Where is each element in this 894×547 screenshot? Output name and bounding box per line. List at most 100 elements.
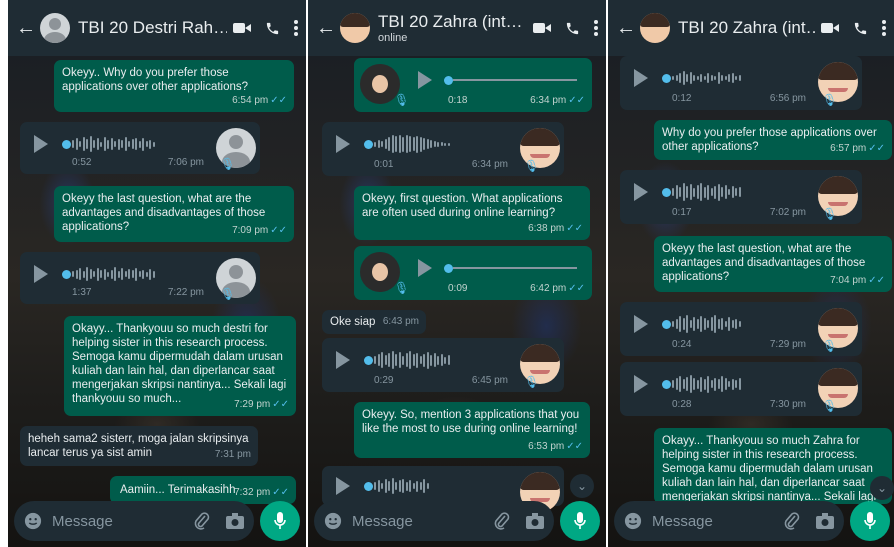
contact-title[interactable]: TBI 20 Destri Rah… (78, 18, 227, 38)
scroll-down-button[interactable]: ⌄ (570, 474, 594, 498)
voice-message-incoming[interactable]: 0:29 6:45 pm 🎙 (322, 338, 564, 392)
contact-title[interactable]: TBI 20 Zahra (int… (678, 18, 815, 38)
waveform[interactable] (374, 476, 429, 496)
voice-message-outgoing[interactable]: 🎙 0:09 6:42 pm ✓✓ (354, 246, 592, 300)
more-options-icon[interactable] (594, 20, 598, 36)
play-icon[interactable] (336, 135, 350, 153)
contact-avatar[interactable] (40, 13, 70, 43)
emoji-icon[interactable] (324, 512, 342, 530)
message-composer[interactable]: Message (14, 501, 254, 541)
back-arrow-icon[interactable]: ← (316, 17, 336, 40)
voice-message-incoming[interactable] (322, 466, 564, 512)
message-outgoing[interactable]: Aamiin... Terimakasihh 7:32 pm ✓✓ (110, 476, 296, 504)
video-call-icon[interactable] (233, 22, 251, 34)
voice-message-incoming[interactable]: 0:17 7:02 pm 🎙 (620, 170, 862, 224)
message-outgoing[interactable]: Okeyy.. Why do you prefer those applicat… (54, 60, 294, 112)
back-arrow-icon[interactable]: ← (16, 17, 36, 40)
phone-call-icon[interactable] (853, 21, 868, 36)
waveform[interactable] (672, 182, 741, 202)
more-options-icon[interactable] (882, 20, 886, 36)
emoji-icon[interactable] (624, 512, 642, 530)
message-outgoing[interactable]: Okayy... Thankyouu so much Zahra for hel… (654, 428, 892, 504)
message-composer[interactable]: Message (314, 501, 554, 541)
waveform[interactable] (374, 350, 450, 370)
progress-track[interactable] (453, 267, 577, 269)
play-icon[interactable] (34, 135, 48, 153)
message-outgoing[interactable]: Why do you prefer those applications ove… (654, 120, 892, 160)
waveform[interactable] (374, 134, 450, 154)
voice-message-incoming[interactable]: 0:24 7:29 pm 🎙 (620, 302, 862, 356)
message-outgoing[interactable]: Okeyy. So, mention 3 applications that y… (354, 402, 590, 458)
message-input[interactable]: Message (652, 513, 784, 530)
message-outgoing[interactable]: Okeyy the last question, what are the ad… (654, 236, 892, 292)
voice-message-incoming[interactable]: 0:01 6:34 pm 🎙 (322, 122, 564, 176)
chat-header: ← TBI 20 Zahra (int… (608, 0, 894, 56)
playback-position-icon[interactable] (364, 356, 373, 365)
camera-icon[interactable] (526, 513, 544, 529)
message-input[interactable]: Message (52, 513, 194, 530)
waveform[interactable] (672, 374, 741, 394)
waveform[interactable] (672, 314, 741, 334)
attach-icon[interactable] (784, 512, 800, 530)
scroll-down-button[interactable]: ⌄ (870, 476, 894, 500)
playback-position-icon[interactable] (662, 380, 671, 389)
play-icon[interactable] (336, 477, 350, 495)
play-icon[interactable] (634, 375, 648, 393)
camera-icon[interactable] (816, 513, 834, 529)
playback-position-icon[interactable] (364, 482, 373, 491)
back-arrow-icon[interactable]: ← (616, 17, 636, 40)
phone-call-icon[interactable] (265, 21, 280, 36)
message-time: 6:34 pm (471, 159, 508, 170)
phone-call-icon[interactable] (565, 21, 580, 36)
voice-duration: 0:12 (672, 93, 692, 104)
read-receipt-icon: ✓✓ (566, 441, 583, 452)
message-composer[interactable]: Message (614, 501, 844, 541)
playback-position-icon[interactable] (444, 264, 453, 273)
playback-position-icon[interactable] (62, 140, 71, 149)
voice-message-incoming[interactable]: 1:37 7:22 pm 🎙 (20, 252, 260, 304)
video-call-icon[interactable] (533, 22, 551, 34)
play-icon[interactable] (634, 315, 648, 333)
playback-position-icon[interactable] (662, 74, 671, 83)
waveform[interactable] (672, 68, 741, 88)
contact-title[interactable]: TBI 20 Zahra (int… online (378, 12, 527, 44)
message-input[interactable]: Message (352, 513, 494, 530)
playback-position-icon[interactable] (444, 76, 453, 85)
video-call-icon[interactable] (821, 22, 839, 34)
play-icon[interactable] (418, 71, 432, 89)
camera-icon[interactable] (226, 513, 244, 529)
play-icon[interactable] (634, 69, 648, 87)
voice-message-incoming[interactable]: 0:28 7:30 pm 🎙 (620, 362, 862, 416)
message-incoming[interactable]: Oke siap 6:43 pm (322, 310, 426, 334)
message-outgoing[interactable]: Okeyy the last question, what are the ad… (54, 186, 294, 242)
message-outgoing[interactable]: Okeyy, first question. What applications… (354, 186, 590, 240)
playback-position-icon[interactable] (662, 188, 671, 197)
message-incoming[interactable]: heheh sama2 sisterr, moga jalan skripsin… (20, 426, 258, 466)
play-icon[interactable] (34, 265, 48, 283)
play-icon[interactable] (336, 351, 350, 369)
playback-position-icon[interactable] (662, 320, 671, 329)
voice-record-button[interactable] (560, 501, 600, 541)
waveform[interactable] (72, 134, 155, 154)
more-options-icon[interactable] (294, 20, 298, 36)
emoji-icon[interactable] (24, 512, 42, 530)
playback-position-icon[interactable] (62, 270, 71, 279)
play-icon[interactable] (634, 183, 648, 201)
contact-avatar[interactable] (340, 13, 370, 43)
contact-avatar[interactable] (640, 13, 670, 43)
microphone-icon: 🎙 (822, 399, 838, 413)
play-icon[interactable] (418, 259, 432, 277)
voice-message-outgoing[interactable]: 🎙 0:18 6:34 pm ✓✓ (354, 58, 592, 112)
voice-message-incoming[interactable]: 0:52 7:06 pm 🎙 (20, 122, 260, 174)
progress-track[interactable] (453, 79, 577, 81)
attach-icon[interactable] (494, 512, 510, 530)
message-time: 6:38 pm (528, 223, 565, 234)
voice-record-button[interactable] (850, 501, 890, 541)
message-outgoing[interactable]: Okayy... Thankyouu so much destri for he… (64, 316, 296, 416)
message-time: 7:29 pm (234, 399, 271, 410)
playback-position-icon[interactable] (364, 140, 373, 149)
voice-record-button[interactable] (260, 501, 300, 541)
attach-icon[interactable] (194, 512, 210, 530)
waveform[interactable] (72, 264, 155, 284)
voice-message-incoming[interactable]: 0:12 6:56 pm 🎙 (620, 56, 862, 110)
